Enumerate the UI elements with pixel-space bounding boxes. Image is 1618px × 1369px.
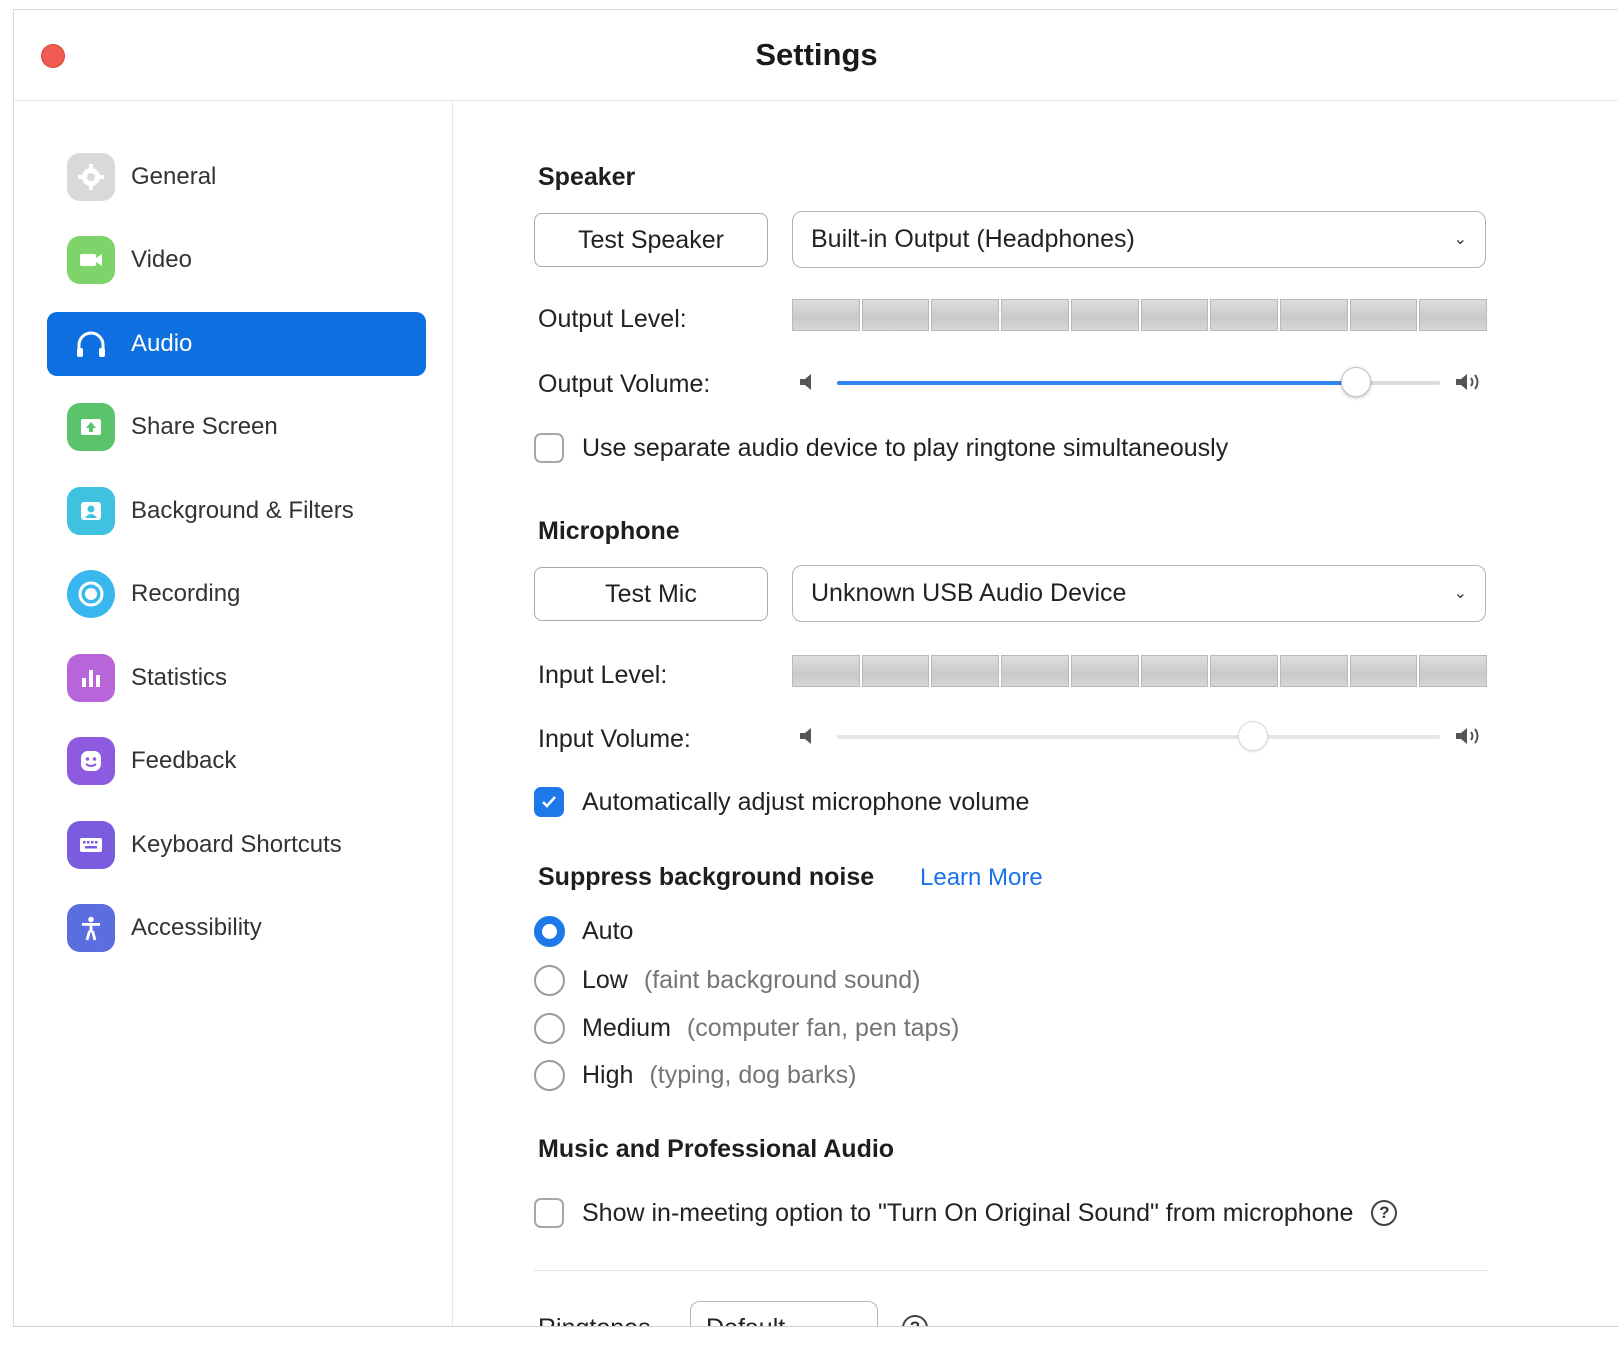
settings-sidebar: General Video Audio Share Screen Backgro… xyxy=(14,101,453,1326)
speaker-heading: Speaker xyxy=(538,163,636,191)
sidebar-item-recording[interactable]: Recording xyxy=(47,562,426,626)
sidebar-item-label: Background & Filters xyxy=(131,497,354,524)
help-icon[interactable]: ? xyxy=(1371,1200,1398,1226)
noise-option-medium[interactable]: Medium (computer fan, pen taps) xyxy=(534,1013,959,1044)
speaker-low-icon xyxy=(798,725,818,752)
chevron-down-icon: ⌄ xyxy=(1453,585,1467,602)
sidebar-item-video[interactable]: Video xyxy=(47,228,426,292)
ringtones-label: Ringtones xyxy=(538,1314,651,1326)
sidebar-item-label: Recording xyxy=(131,580,241,607)
test-speaker-button[interactable]: Test Speaker xyxy=(534,213,768,267)
original-sound-checkbox[interactable] xyxy=(534,1198,564,1228)
settings-window: Settings General Video Audio Share Scree… xyxy=(13,9,1618,1327)
separate-audio-device-option[interactable]: Use separate audio device to play ringto… xyxy=(534,433,1228,463)
noise-option-auto[interactable]: Auto xyxy=(534,916,633,947)
chevron-down-icon: ⌄ xyxy=(845,1317,859,1327)
microphone-device-select[interactable]: Unknown USB Audio Device ⌄ xyxy=(792,565,1486,622)
title-bar: Settings xyxy=(14,10,1618,101)
keyboard-icon xyxy=(67,821,115,869)
microphone-device-value: Unknown USB Audio Device xyxy=(811,579,1127,607)
noise-option-hint: (typing, dog barks) xyxy=(649,1061,857,1089)
section-divider xyxy=(534,1270,1487,1271)
noise-option-hint: (faint background sound) xyxy=(643,966,921,994)
help-icon[interactable]: ? xyxy=(902,1315,928,1326)
noise-low-radio[interactable] xyxy=(534,965,565,996)
suppress-noise-heading: Suppress background noise xyxy=(538,863,875,891)
gear-icon xyxy=(67,153,115,201)
music-professional-audio-heading: Music and Professional Audio xyxy=(538,1135,895,1163)
noise-option-hint: (computer fan, pen taps) xyxy=(686,1014,960,1042)
speaker-low-icon xyxy=(798,371,818,398)
audio-settings-panel: Speaker Test Speaker Built-in Output (He… xyxy=(453,101,1618,1326)
speaker-high-icon xyxy=(1454,725,1488,752)
input-volume-track xyxy=(837,721,1440,751)
feedback-icon xyxy=(67,737,115,785)
output-volume-label: Output Volume: xyxy=(538,370,711,398)
input-volume-slider[interactable] xyxy=(798,717,1488,757)
sidebar-item-background-filters[interactable]: Background & Filters xyxy=(47,479,426,543)
checkmark-icon xyxy=(542,796,556,808)
sidebar-item-audio[interactable]: Audio xyxy=(47,312,426,376)
noise-option-low[interactable]: Low (faint background sound) xyxy=(534,965,920,996)
noise-high-radio[interactable] xyxy=(534,1060,565,1091)
ringtones-value: Default xyxy=(706,1314,785,1327)
sidebar-item-accessibility[interactable]: Accessibility xyxy=(47,896,426,960)
auto-adjust-mic-checkbox[interactable] xyxy=(534,787,564,817)
accessibility-icon xyxy=(67,904,115,952)
sidebar-item-keyboard-shortcuts[interactable]: Keyboard Shortcuts xyxy=(47,813,426,877)
noise-option-high[interactable]: High (typing, dog barks) xyxy=(534,1060,856,1091)
sidebar-item-label: Audio xyxy=(131,330,193,357)
separate-audio-device-checkbox[interactable] xyxy=(534,433,564,463)
headphones-icon xyxy=(67,320,115,368)
video-camera-icon xyxy=(67,236,115,284)
sidebar-item-label: Share Screen xyxy=(131,413,278,440)
window-title: Settings xyxy=(755,37,878,72)
speaker-high-icon xyxy=(1454,371,1488,398)
sidebar-item-label: Accessibility xyxy=(131,914,262,941)
output-volume-fill xyxy=(837,381,1356,385)
auto-adjust-mic-option[interactable]: Automatically adjust microphone volume xyxy=(534,787,1029,817)
auto-adjust-mic-label: Automatically adjust microphone volume xyxy=(582,787,1030,816)
output-volume-thumb[interactable] xyxy=(1340,367,1371,397)
original-sound-label: Show in-meeting option to "Turn On Origi… xyxy=(582,1198,1354,1227)
background-icon xyxy=(67,487,115,535)
test-mic-button[interactable]: Test Mic xyxy=(534,567,768,621)
ringtones-select[interactable]: Default ⌄ xyxy=(690,1301,878,1327)
microphone-heading: Microphone xyxy=(538,517,680,545)
input-volume-label: Input Volume: xyxy=(538,725,691,753)
noise-option-label: Auto xyxy=(582,917,634,945)
chevron-down-icon: ⌄ xyxy=(1453,231,1467,248)
statistics-icon xyxy=(67,654,115,702)
sidebar-item-general[interactable]: General xyxy=(47,145,426,209)
sidebar-item-feedback[interactable]: Feedback xyxy=(47,729,426,793)
output-level-meter xyxy=(792,299,1488,331)
sidebar-item-label: General xyxy=(131,163,217,190)
input-level-meter xyxy=(792,655,1488,687)
speaker-device-select[interactable]: Built-in Output (Headphones) ⌄ xyxy=(792,211,1486,268)
noise-option-label: Low xyxy=(582,966,628,994)
recording-icon xyxy=(67,570,115,618)
sidebar-item-statistics[interactable]: Statistics xyxy=(47,646,426,710)
output-volume-track xyxy=(837,367,1440,397)
input-level-label: Input Level: xyxy=(538,661,668,689)
input-volume-thumb[interactable] xyxy=(1238,721,1269,751)
original-sound-option[interactable]: Show in-meeting option to "Turn On Origi… xyxy=(534,1198,1398,1228)
output-level-label: Output Level: xyxy=(538,305,687,333)
noise-option-label: Medium xyxy=(582,1014,671,1042)
noise-option-label: High xyxy=(582,1061,634,1089)
noise-medium-radio[interactable] xyxy=(534,1013,565,1044)
noise-auto-radio[interactable] xyxy=(534,916,565,947)
sidebar-item-label: Statistics xyxy=(131,664,228,691)
sidebar-item-label: Feedback xyxy=(131,747,237,774)
sidebar-item-label: Video xyxy=(131,246,192,273)
output-volume-slider[interactable] xyxy=(798,363,1488,403)
sidebar-item-label: Keyboard Shortcuts xyxy=(131,831,342,858)
share-screen-icon xyxy=(67,403,115,451)
learn-more-link[interactable]: Learn More xyxy=(920,864,1043,892)
speaker-device-value: Built-in Output (Headphones) xyxy=(811,225,1135,253)
separate-audio-device-label: Use separate audio device to play ringto… xyxy=(582,433,1229,462)
sidebar-item-share-screen[interactable]: Share Screen xyxy=(47,395,426,459)
